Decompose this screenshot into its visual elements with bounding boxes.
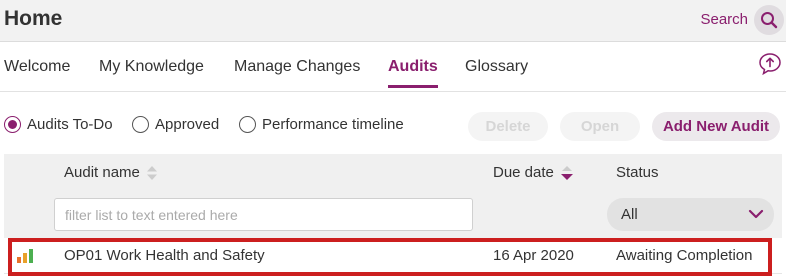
radio-button[interactable]	[239, 116, 256, 133]
status-filter-dropdown[interactable]: All	[607, 198, 774, 231]
column-label: Audit name	[64, 164, 140, 181]
audit-grid-header: Audit name Due date Status All	[4, 154, 782, 248]
app-header: Home Search	[0, 0, 786, 42]
delete-button[interactable]: Delete	[468, 112, 548, 141]
column-header-audit-name[interactable]: Audit name	[64, 164, 158, 181]
due-date-cell: 16 Apr 2020	[493, 247, 574, 264]
chevron-down-icon	[748, 209, 764, 219]
tab-manage-changes[interactable]: Manage Changes	[234, 58, 360, 76]
audit-name-cell: OP01 Work Health and Safety	[64, 247, 265, 264]
table-row[interactable]: OP01 Work Health and Safety 16 Apr 2020 …	[4, 238, 782, 274]
status-filter-value: All	[621, 206, 638, 223]
bar-chart-icon	[17, 249, 33, 263]
audit-filter-bar: Audits To-Do Approved Performance timeli…	[0, 108, 786, 144]
column-label: Due date	[493, 164, 554, 181]
search-icon	[761, 12, 778, 29]
main-tabs: Welcome My Knowledge Manage Changes Audi…	[0, 42, 786, 92]
add-new-audit-button[interactable]: Add New Audit	[652, 112, 780, 141]
page-title: Home	[4, 7, 63, 30]
column-header-status[interactable]: Status	[616, 164, 659, 181]
radio-performance-timeline[interactable]: Performance timeline	[239, 116, 404, 133]
upload-bubble-icon[interactable]	[758, 52, 782, 76]
radio-button-selected[interactable]	[4, 116, 21, 133]
sort-icon[interactable]	[146, 165, 158, 181]
search-button[interactable]	[754, 5, 784, 35]
sort-descending-icon[interactable]	[560, 165, 574, 181]
tab-audits[interactable]: Audits	[388, 58, 438, 88]
column-header-due-date[interactable]: Due date	[493, 164, 574, 181]
search-label[interactable]: Search	[700, 11, 748, 28]
radio-button[interactable]	[132, 116, 149, 133]
tab-welcome[interactable]: Welcome	[4, 58, 70, 76]
tab-my-knowledge[interactable]: My Knowledge	[99, 58, 204, 76]
radio-audits-to-do[interactable]: Audits To-Do	[4, 116, 113, 133]
tab-glossary[interactable]: Glossary	[465, 58, 528, 76]
open-button[interactable]: Open	[560, 112, 640, 141]
radio-approved[interactable]: Approved	[132, 116, 219, 133]
radio-label: Performance timeline	[262, 116, 404, 133]
radio-label: Approved	[155, 116, 220, 133]
status-cell: Awaiting Completion	[616, 247, 753, 264]
radio-label: Audits To-Do	[27, 116, 113, 133]
audit-name-filter-input[interactable]	[54, 198, 473, 231]
